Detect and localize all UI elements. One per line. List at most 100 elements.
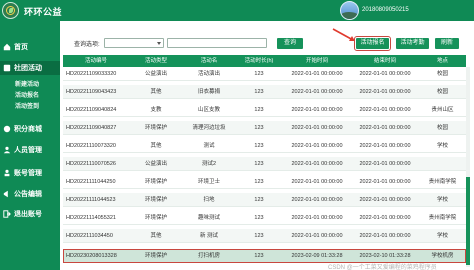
table-cell: 2023-02-09 01:33:28	[291, 253, 343, 259]
table-row[interactable]: HD20221109043423 其他 旧衣募捐 123 2022-01-01 00:0…	[63, 85, 466, 99]
table-cell: 环境保护	[144, 125, 167, 131]
table-cell: 环境保护	[144, 253, 167, 259]
avatar[interactable]	[340, 1, 359, 20]
table-cell: HD20221109040824	[66, 107, 117, 113]
scrollbar-thumb[interactable]	[466, 177, 470, 265]
nav-item-home[interactable]: 首页	[0, 40, 60, 54]
table-cell: 2022-01-01 00:00:00	[291, 107, 343, 113]
table-cell: 支教	[150, 107, 162, 113]
table-row[interactable]: HD20221109040824 支教 山区支教 123 2022-01-01 00:0…	[63, 103, 466, 117]
table-cell: 2022-01-01 00:00:00	[359, 71, 411, 77]
people-icon	[2, 146, 11, 155]
column-header[interactable]: 结束时间	[351, 55, 419, 67]
table-cell: 2022-01-01 00:00:00	[359, 161, 411, 167]
table-cell: HD20221114055321	[66, 215, 116, 221]
table-cell: 公益演出	[144, 71, 167, 77]
logout-icon	[2, 210, 11, 219]
table-cell: 123	[254, 89, 264, 95]
table-cell: 打扫机房	[197, 253, 220, 259]
table-cell: 校园	[436, 71, 448, 77]
query-option-select[interactable]	[104, 38, 164, 48]
table-row[interactable]: HD20221109040827 环境保护 清理河边垃圾 123 2022-01-01 …	[63, 121, 466, 135]
table-row[interactable]: HD20221111044250 环境保护 环境卫士 123 2022-01-01 00…	[63, 175, 466, 189]
account-icon	[2, 169, 11, 178]
column-header[interactable]: 活动类型	[129, 55, 183, 67]
table-cell: 123	[254, 215, 264, 221]
app-logo	[2, 2, 19, 19]
watermark: CSDN @一个工菜又爱编程的菜鸡程序员	[328, 265, 437, 270]
column-header[interactable]: 开始时间	[283, 55, 351, 67]
nav-item-people[interactable]: 人员管理	[0, 143, 60, 157]
table-row[interactable]: HD2022111034450 其他 新 测试 123 2022-01-01 00:00…	[63, 229, 466, 243]
leaf-icon	[9, 8, 13, 13]
nav-item-shop[interactable]: 积分商城	[0, 122, 60, 136]
table-cell: 其他	[150, 143, 162, 149]
table-row[interactable]: HD20230208013328 环境保护 打扫机房 123 2023-02-09 01…	[63, 249, 466, 263]
table-cell: 123	[254, 233, 264, 239]
table-row[interactable]: HD20221111044523 环境保护 扫地 123 2022-01-01 00:0…	[63, 193, 466, 207]
table-row[interactable]: HD20221114055321 环境保护 趣味测试 123 2022-01-01 00…	[63, 211, 466, 225]
table-cell: 2022-01-01 00:00:00	[359, 143, 411, 149]
column-header[interactable]: 活动编号	[63, 55, 129, 67]
table-cell: 新 测试	[199, 233, 219, 239]
table-cell: HD20221110073320	[66, 143, 116, 149]
vertical-scrollbar[interactable]	[466, 67, 470, 267]
table-cell: 2022-01-01 00:00:00	[291, 71, 343, 77]
table-cell: 校园	[436, 125, 448, 131]
table-row[interactable]: HD20221109033320 公益演出 活动演出 123 2022-01-01 00…	[63, 67, 466, 81]
table-cell: 山区支教	[197, 107, 220, 113]
sub-item-activity-signup[interactable]: 活动报名	[0, 92, 60, 101]
column-header[interactable]: 活动时长(h)	[235, 55, 283, 67]
table-cell: 2022-01-01 00:00:00	[359, 197, 411, 203]
app-title: 环环公益	[24, 7, 63, 17]
table-cell: 123	[254, 161, 264, 167]
table-cell: 2022-01-01 00:00:00	[291, 179, 343, 185]
table-cell: 其他	[150, 89, 162, 95]
activity-checkin-button[interactable]: 活动考勤	[396, 38, 429, 49]
table-cell: 环境保护	[144, 215, 167, 221]
nav-item-logout[interactable]: 退出账号	[0, 207, 60, 221]
table-cell: 学校	[436, 233, 448, 239]
chevron-down-icon	[157, 42, 161, 45]
table-cell: 旧衣募捐	[197, 89, 220, 95]
table-cell: HD20221111044523	[66, 197, 116, 203]
table-cell: 123	[254, 107, 264, 113]
user-id: 20180809050215	[362, 7, 409, 13]
shop-icon	[2, 125, 11, 134]
search-button[interactable]: 查询	[277, 38, 303, 49]
sub-item-new-activity[interactable]: 新建活动	[0, 81, 60, 90]
table-row[interactable]: HD20221110070526 公益演出 测试2 123 2022-01-01 00:…	[63, 157, 466, 171]
app-header: 环环公益 20180809050215	[0, 0, 474, 21]
nav-item-notice[interactable]: 公告编辑	[0, 187, 60, 201]
table-cell: 趣味测试	[197, 215, 220, 221]
sidebar: 首页 社团活动 新建活动 活动报名 活动签到 积分商城 人员管理 账号管理 公告…	[0, 21, 60, 270]
nav-item-activity[interactable]: 社团活动	[0, 61, 60, 75]
table-cell: 2022-01-01 00:00:00	[291, 89, 343, 95]
table-cell: 2022-01-01 00:00:00	[359, 179, 411, 185]
sub-item-activity-checkin[interactable]: 活动签到	[0, 103, 60, 112]
nav-item-account[interactable]: 账号管理	[0, 166, 60, 180]
table-cell: 扫地	[203, 197, 215, 203]
table-header: 活动编号 活动类型 活动名 活动时长(h) 开始时间 结束时间 地点	[63, 55, 466, 67]
table-cell: 123	[254, 125, 264, 131]
table-cell: 学校	[436, 143, 448, 149]
table-cell: 2022-01-01 00:00:00	[359, 107, 411, 113]
table-cell: 校园	[436, 89, 448, 95]
table-cell: 环境保护	[144, 197, 167, 203]
column-header[interactable]: 活动名	[183, 55, 235, 67]
table-cell: 2022-01-01 00:00:00	[359, 125, 411, 131]
column-header[interactable]: 地点	[419, 55, 466, 67]
query-input[interactable]	[167, 38, 267, 48]
table-cell: 测试	[203, 143, 215, 149]
table-cell: 123	[254, 143, 264, 149]
table-cell: HD20221109040827	[66, 125, 117, 131]
table-cell: HD20221111044250	[66, 179, 116, 185]
home-icon	[2, 43, 11, 52]
refresh-button[interactable]: 刷新	[435, 38, 459, 49]
table-cell: 2022-01-01 00:00:00	[359, 215, 411, 221]
table-cell: HD20221110070526	[66, 161, 116, 167]
activity-signup-button[interactable]: 活动报名	[354, 36, 391, 51]
table-cell: 2022-01-01 00:00:00	[359, 89, 411, 95]
table-row[interactable]: HD20221110073320 其他 测试 123 2022-01-01 00:00:…	[63, 139, 466, 153]
table-cell: HD20230208013328	[66, 253, 117, 259]
